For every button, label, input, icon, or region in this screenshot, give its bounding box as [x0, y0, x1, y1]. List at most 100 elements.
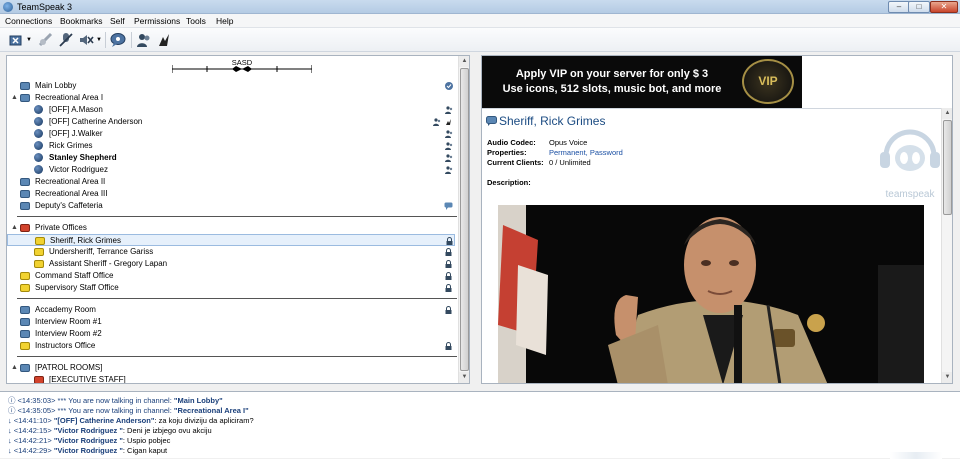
user-group-icon: [445, 154, 453, 162]
channel-icon: [20, 82, 30, 90]
info-scroll-thumb[interactable]: [943, 120, 952, 215]
chat-sender-name[interactable]: "Victor Rodriguez ": [54, 446, 123, 455]
mute-mic-icon[interactable]: [58, 32, 74, 48]
chat-channel-name[interactable]: "Main Lobby": [174, 396, 223, 405]
tree-channel-row[interactable]: ▲ Recreational Area I: [7, 92, 455, 104]
toolbar-separator: [105, 32, 106, 48]
watermark-text: teamspeak: [885, 189, 935, 200]
channel-name: Deputy's Caffeteria: [35, 201, 103, 210]
speakers-dropdown-icon[interactable]: ▼: [96, 37, 102, 43]
maximize-button[interactable]: □: [908, 1, 930, 13]
tree-channel-row[interactable]: Recreational Area II: [7, 176, 455, 188]
channel-name: Assistant Sheriff - Gregory Lapan: [49, 259, 168, 268]
lock-icon: [445, 306, 452, 314]
user-status-icon: [34, 129, 43, 138]
toolbar-separator: [131, 32, 132, 48]
tree-channel-row[interactable]: [EXECUTIVE STAFF]: [7, 374, 455, 383]
chat-log[interactable]: ⓘ <14:35:03> *** You are now talking in c…: [0, 391, 960, 459]
menu-help[interactable]: Help: [216, 16, 233, 26]
scroll-thumb[interactable]: [460, 68, 469, 371]
tree-channel-row[interactable]: Recreational Area III: [7, 188, 455, 200]
menu-tools[interactable]: Tools: [186, 16, 206, 26]
channel-icon: [20, 178, 30, 186]
tree-channel-row[interactable]: Deputy's Caffeteria: [7, 200, 455, 212]
chat-icon[interactable]: [110, 32, 126, 48]
channel-name: Accademy Room: [35, 305, 96, 314]
default-channel-icon: [445, 82, 453, 90]
mute-speakers-icon[interactable]: [78, 32, 94, 48]
chat-line: ⓘ <14:35:05> *** You are now talking in c…: [8, 406, 249, 416]
tree-user-row[interactable]: Stanley Shepherd: [7, 152, 455, 164]
channel-icon: [20, 364, 30, 372]
user-name: [OFF] Catherine Anderson: [49, 117, 143, 126]
tree-separator: [17, 216, 457, 217]
info-scroll-down-arrow-icon[interactable]: ▼: [942, 372, 952, 383]
menu-bookmarks[interactable]: Bookmarks: [60, 16, 103, 26]
expand-arrow-icon[interactable]: ▲: [11, 222, 18, 234]
chat-sender-name[interactable]: "Victor Rodriguez ": [54, 436, 123, 445]
channel-name: Private Offices: [35, 223, 87, 232]
menu-self[interactable]: Self: [110, 16, 125, 26]
away-icon[interactable]: [156, 32, 172, 48]
info-scrollbar[interactable]: ▲ ▼: [941, 108, 952, 383]
tree-user-row[interactable]: Victor Rodriguez: [7, 164, 455, 176]
tree-channel-row[interactable]: Main Lobby: [7, 80, 455, 92]
info-scroll-up-arrow-icon[interactable]: ▲: [942, 108, 952, 119]
disconnect-icon[interactable]: [38, 32, 54, 48]
tree-channel-row[interactable]: Command Staff Office: [7, 270, 455, 282]
lock-icon: [445, 260, 452, 268]
contacts-icon[interactable]: [136, 32, 152, 48]
channel-icon: [34, 260, 44, 268]
toolbar: ▼ ▼: [0, 28, 960, 52]
server-header[interactable]: SASD: [172, 58, 312, 73]
tree-scrollbar[interactable]: ▲ ▼: [458, 56, 469, 383]
connect-icon[interactable]: [8, 32, 24, 48]
menu-connections[interactable]: Connections: [5, 16, 52, 26]
lock-icon: [445, 342, 452, 350]
expand-arrow-icon[interactable]: ▲: [11, 92, 18, 104]
teamspeak-watermark-icon: [880, 129, 940, 171]
tree-user-row[interactable]: [OFF] Catherine Anderson: [7, 116, 455, 128]
user-group-icon: [433, 118, 441, 126]
tree-channel-row[interactable]: Undersheriff, Terrance Gariss: [7, 246, 455, 258]
channel-icon: [20, 306, 30, 314]
menu-permissions[interactable]: Permissions: [134, 16, 180, 26]
user-group-icon: [445, 142, 453, 150]
user-name: Rick Grimes: [49, 141, 93, 150]
chat-sender-name[interactable]: "[OFF] Catherine Anderson": [54, 416, 155, 425]
close-button[interactable]: ✕: [930, 1, 958, 13]
tree-user-row[interactable]: [OFF] J.Walker: [7, 128, 455, 140]
channel-name: Main Lobby: [35, 81, 77, 90]
connect-dropdown-icon[interactable]: ▼: [26, 37, 32, 43]
chat-system-text: *** You are now talking in channel:: [55, 396, 174, 405]
user-name: [OFF] A.Mason: [49, 105, 103, 114]
channel-icon: [20, 284, 30, 292]
scroll-down-arrow-icon[interactable]: ▼: [459, 372, 469, 383]
chat-message-text: : za koju diviziju da apliciram?: [154, 416, 254, 425]
tree-channel-row[interactable]: Supervisory Staff Office: [7, 282, 455, 294]
minimize-button[interactable]: –: [888, 1, 910, 13]
info-icon: ⓘ: [8, 406, 16, 415]
tree-channel-row[interactable]: Instructors Office: [7, 340, 455, 352]
scroll-up-arrow-icon[interactable]: ▲: [459, 56, 469, 67]
channel-icon: [34, 376, 44, 383]
tree-channel-row[interactable]: Interview Room #1: [7, 316, 455, 328]
tree-channel-row[interactable]: Assistant Sheriff - Gregory Lapan: [7, 258, 455, 270]
vip-banner[interactable]: Apply VIP on your server for only $ 3 Us…: [482, 56, 802, 108]
chat-sender-name[interactable]: "Victor Rodriguez ": [54, 426, 123, 435]
tree-user-row[interactable]: [OFF] A.Mason: [7, 104, 455, 116]
channel-name: Supervisory Staff Office: [35, 283, 119, 292]
expand-arrow-icon[interactable]: ▲: [11, 362, 18, 374]
tree-channel-row[interactable]: ▲ Private Offices: [7, 222, 455, 234]
tree-user-row[interactable]: Rick Grimes: [7, 140, 455, 152]
channel-icon: [486, 116, 497, 126]
photo-illustration-icon: [498, 205, 924, 383]
channel-tree[interactable]: SASD Main Lobby ▲ Recreational Area I [OFF]…: [6, 55, 470, 384]
tree-channel-row[interactable]: Sheriff, Rick Grimes: [7, 234, 455, 246]
away-status-icon: [445, 118, 452, 126]
tree-channel-row[interactable]: Interview Room #2: [7, 328, 455, 340]
tree-channel-row[interactable]: ▲ [PATROL ROOMS]: [7, 362, 455, 374]
chat-channel-name[interactable]: "Recreational Area I": [174, 406, 249, 415]
chat-line: ↓ <14:42:15> "Victor Rodriguez ": Deni je…: [8, 426, 212, 436]
tree-channel-row[interactable]: Accademy Room: [7, 304, 455, 316]
